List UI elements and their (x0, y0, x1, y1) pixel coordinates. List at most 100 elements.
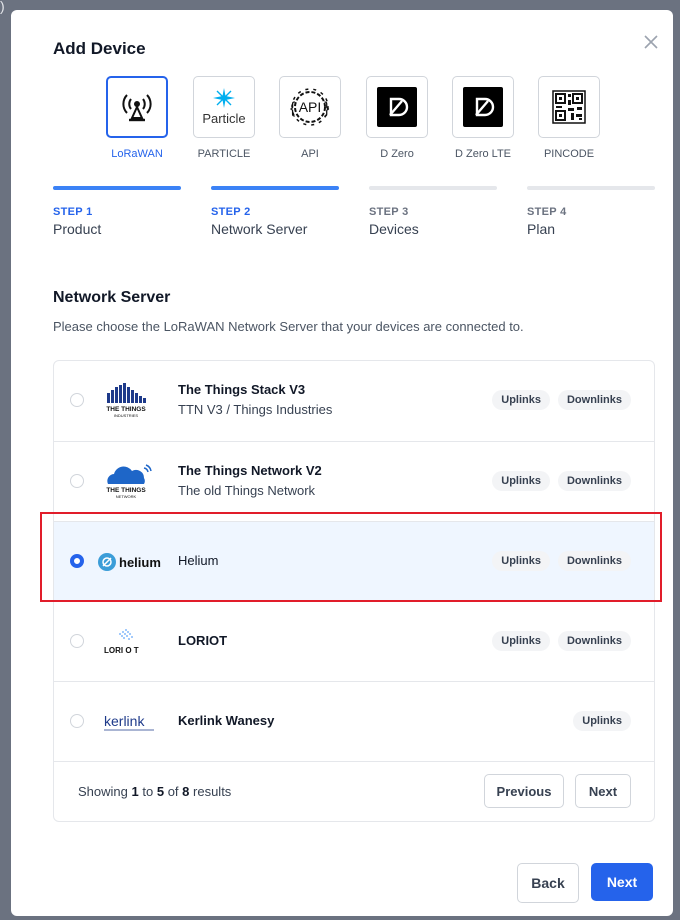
server-row-kerlink-wanesy[interactable]: kerlink Kerlink Wanesy Uplinks (54, 681, 654, 762)
tile-label: D Zero LTE (454, 148, 512, 160)
results-to: 5 (156, 784, 165, 799)
step-number: STEP 2 (211, 206, 251, 218)
step-product: STEP 1 Product (53, 186, 181, 237)
downlinks-badge: Downlinks (557, 631, 631, 651)
helium-logo: helium (98, 542, 168, 582)
results-of-word: of (167, 784, 179, 799)
step-number: STEP 3 (369, 206, 409, 218)
radio-button[interactable] (70, 393, 84, 407)
radio-button[interactable] (70, 714, 84, 728)
logo-text: kerlink (104, 713, 145, 729)
radio-button[interactable] (70, 474, 84, 488)
next-page-button[interactable]: Next (575, 774, 631, 808)
tile-label: D Zero (380, 148, 414, 160)
dzero-logo (377, 87, 417, 127)
uplinks-badge: Uplinks (492, 551, 550, 571)
results-to-word: to (142, 784, 154, 799)
svg-text:}: } (324, 100, 330, 117)
next-button[interactable]: Next (591, 863, 653, 901)
step-name: Product (53, 221, 102, 237)
particle-logo-text: Particle (202, 111, 246, 126)
tile-box: Particle (193, 76, 255, 138)
capability-badges: Uplinks (573, 711, 631, 731)
tile-box (366, 76, 428, 138)
tile-label: LoRaWAN (111, 148, 163, 160)
uplinks-badge: Uplinks (573, 711, 631, 731)
api-logo-text: API (299, 99, 322, 115)
qr-code-icon (552, 90, 586, 124)
logo-text: THE THINGS (106, 487, 146, 494)
step-devices: STEP 3 Devices (369, 186, 497, 237)
step-name: Devices (369, 221, 419, 237)
add-device-modal: Add Device LoRaWAN Particle PARTICLE API… (11, 10, 673, 916)
logo-text: THE THINGS (106, 406, 146, 413)
step-name: Network Server (211, 221, 308, 237)
server-row-things-stack-v3[interactable]: THE THINGS INDUSTRIES The Things Stack V… (54, 361, 654, 441)
capability-badges: Uplinks Downlinks (492, 471, 631, 491)
step-network-server: STEP 2 Network Server (211, 186, 339, 237)
modal-title: Add Device (53, 39, 146, 58)
server-row-loriot[interactable]: LORI O T LORIOT Uplinks Downlinks (54, 601, 654, 682)
logo-subtext: INDUSTRIES (114, 413, 139, 418)
capability-badges: Uplinks Downlinks (492, 551, 631, 571)
radio-button[interactable] (70, 554, 84, 568)
step-number: STEP 1 (53, 206, 93, 218)
device-type-pincode[interactable]: PINCODE (537, 76, 601, 160)
device-type-d-zero[interactable]: D Zero (365, 76, 429, 160)
step-progress-bar (53, 186, 181, 190)
device-type-lorawan[interactable]: LoRaWAN (105, 76, 169, 160)
capability-badges: Uplinks Downlinks (492, 390, 631, 410)
server-subtitle: The old Things Network (178, 483, 316, 498)
server-title: Kerlink Wanesy (178, 713, 275, 728)
radio-button[interactable] (70, 634, 84, 648)
tile-label: PARTICLE (197, 148, 251, 160)
tile-box (538, 76, 600, 138)
uplinks-badge: Uplinks (492, 390, 550, 410)
loriot-logo: LORI O T (100, 622, 160, 662)
network-server-list: THE THINGS INDUSTRIES The Things Stack V… (53, 360, 655, 822)
server-row-helium[interactable]: helium Helium Uplinks Downlinks (54, 521, 654, 602)
close-icon[interactable] (641, 32, 661, 52)
server-title: The Things Stack V3 (178, 382, 306, 397)
things-industries-logo: THE THINGS INDUSTRIES (100, 381, 160, 421)
results-summary: Showing 1 to 5 of 8 results (78, 784, 231, 799)
server-title: Helium (178, 553, 219, 568)
logo-text: LORI O T (104, 646, 139, 655)
antenna-icon (122, 94, 152, 122)
server-title: The Things Network V2 (178, 463, 322, 478)
capability-badges: Uplinks Downlinks (492, 631, 631, 651)
downlinks-badge: Downlinks (557, 471, 631, 491)
tile-box (106, 76, 168, 138)
step-plan: STEP 4 Plan (527, 186, 655, 237)
results-suffix: results (193, 784, 232, 799)
section-description: Please choose the LoRaWAN Network Server… (53, 319, 524, 334)
device-type-d-zero-lte[interactable]: D Zero LTE (451, 76, 515, 160)
step-number: STEP 4 (527, 206, 567, 218)
server-title: LORIOT (178, 633, 228, 648)
device-type-api[interactable]: API { } API (278, 76, 342, 160)
previous-page-button[interactable]: Previous (484, 774, 564, 808)
results-prefix: Showing (78, 784, 128, 799)
back-button[interactable]: Back (517, 863, 579, 903)
pagination-bar: Showing 1 to 5 of 8 results Previous Nex… (54, 761, 654, 821)
uplinks-badge: Uplinks (492, 471, 550, 491)
downlinks-badge: Downlinks (557, 390, 631, 410)
step-progress-bar (527, 186, 655, 190)
server-row-things-network-v2[interactable]: THE THINGS NETWORK The Things Network V2… (54, 441, 654, 522)
uplinks-badge: Uplinks (492, 631, 550, 651)
tile-label: PINCODE (543, 148, 595, 160)
api-gear-icon: API { } (290, 88, 330, 126)
section-title: Network Server (53, 289, 171, 306)
downlinks-badge: Downlinks (557, 551, 631, 571)
particle-star-icon (212, 88, 235, 108)
dzero-logo (463, 87, 503, 127)
results-from: 1 (131, 784, 139, 799)
svg-text:{: { (290, 100, 296, 117)
step-progress-bar (369, 186, 497, 190)
tile-box (452, 76, 514, 138)
step-progress-bar (211, 186, 339, 190)
device-type-particle[interactable]: Particle PARTICLE (192, 76, 256, 160)
tile-box: API { } (279, 76, 341, 138)
results-total: 8 (182, 784, 190, 799)
kerlink-logo: kerlink (100, 702, 160, 742)
